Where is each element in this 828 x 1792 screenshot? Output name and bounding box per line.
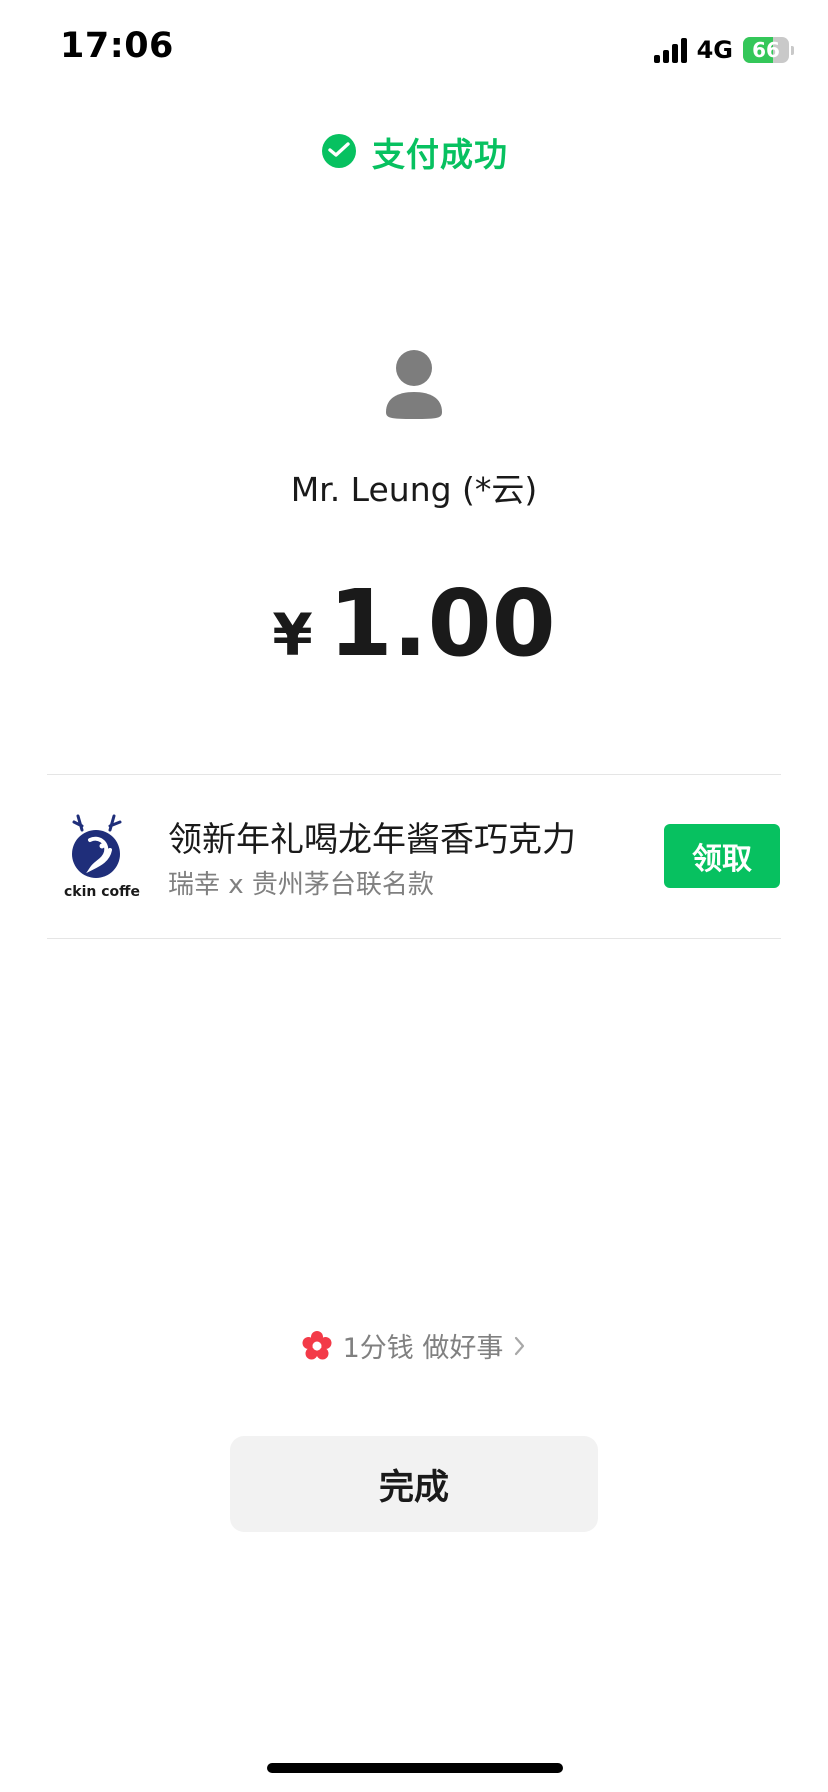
red-flower-icon [302,1330,332,1359]
luckin-logo-text: ckin coffe [64,884,141,900]
amount-value: 1.00 [328,570,556,677]
cellular-signal-icon [653,37,687,63]
payee-name: Mr. Leung (*云) [290,470,538,509]
done-button[interactable]: 完成 [230,1436,598,1532]
status-indicators: 4G 66 [653,34,794,66]
promo-subtitle: 瑞幸 x 贵州茅台联名款 [168,870,434,900]
charity-label: 1分钱 做好事 [342,1333,504,1364]
chevron-right-icon [515,1336,525,1355]
battery-icon: 66 [743,37,794,63]
wechat-pay-icon [322,134,356,168]
payment-amount: ¥ 1.00 [0,570,828,677]
network-type: 4G [696,36,733,64]
default-avatar-icon [386,350,442,419]
status-bar: 17:06 4G 66 [0,0,828,100]
promo-title[interactable]: 领新年礼喝龙年酱香巧克力 [168,812,576,861]
status-time: 17:06 [60,26,174,66]
payment-success-title: 支付成功 [372,135,508,174]
home-indicator[interactable] [267,1763,563,1773]
payment-success-header: 支付成功 [0,128,828,176]
promo-divider-bottom [47,938,781,939]
promo-divider-top [47,774,781,775]
charity-link[interactable]: 1分钱 做好事 [0,1326,828,1365]
amount-currency: ¥ [272,601,313,669]
battery-percent: 66 [752,38,780,62]
claim-button[interactable]: 领取 [664,824,780,888]
